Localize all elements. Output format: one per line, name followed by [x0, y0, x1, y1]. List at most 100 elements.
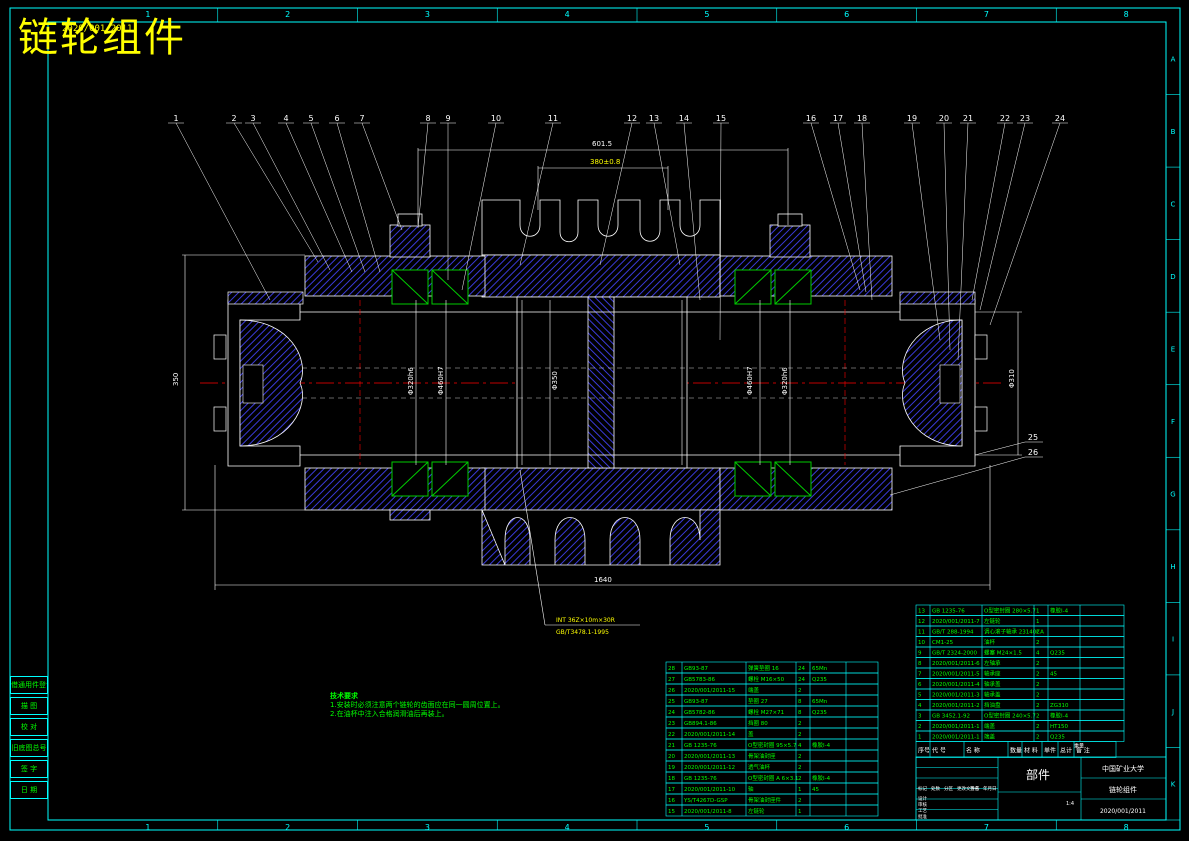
bom-right-cell: 端盖	[984, 733, 996, 741]
bom-right-cell: 橡胶I-4	[1050, 712, 1069, 720]
title-block-row-1: 处数	[931, 785, 940, 792]
bom-right-cell: CM1-25	[932, 640, 954, 646]
bom-right-cell: 1	[918, 735, 922, 741]
grid-col-top-5: 5	[704, 10, 709, 19]
technical-requirements: 技术要求 1.安装时必须注意两个链轮的齿面应在同一圆周位置上。 2.在油杯中注入…	[330, 692, 505, 719]
bom-right-cell: 2020/001/2011-1	[932, 735, 980, 741]
bom-left-cell: 27	[668, 677, 675, 683]
balloon-16: 16	[806, 114, 816, 123]
bom-left-cell: 透气油杯	[748, 763, 771, 771]
title-block-part: 部件	[1026, 767, 1050, 782]
bom-left-cell: 65Mn	[812, 666, 828, 672]
bom-left-cell: 盖	[748, 730, 754, 738]
bom-left-cell: 2	[798, 798, 802, 804]
dim-bearing-right-2: Φ320h6	[781, 367, 789, 395]
bom-right-cell: 轴承盖	[984, 680, 1001, 688]
dim-top-outer: 601.5	[592, 140, 612, 148]
bom-right-cell: 2020/001/2011-7	[932, 619, 980, 625]
bom-left-cell: GB5783-86	[684, 677, 716, 683]
balloon-25: 25	[1028, 433, 1038, 442]
bom-left-cell: 20	[668, 754, 675, 760]
bom-left-cell: 2020/001/2011-8	[684, 809, 732, 815]
grid-col-bottom-7: 7	[984, 823, 989, 832]
grid-col-bottom-5: 5	[704, 823, 709, 832]
dim-height-left: 350	[172, 373, 180, 386]
bom-left-cell: 2020/001/2011-15	[684, 688, 736, 694]
bom-right-cell: 3	[918, 714, 922, 720]
bom-header-6: 总计	[1060, 747, 1072, 755]
bom-right-cell: 10	[918, 640, 925, 646]
bom-right-cell: 2	[1036, 724, 1040, 730]
right-end-cap	[899, 291, 988, 467]
bom-left-cell: GB93-87	[684, 666, 709, 672]
title-block-role-3: 批准	[918, 813, 927, 820]
balloon-7: 7	[359, 114, 364, 123]
bom-right-cell: 端盖	[984, 722, 996, 730]
grid-col-top-8: 8	[1124, 10, 1129, 19]
balloon-5: 5	[308, 114, 313, 123]
grid-col-top-6: 6	[844, 10, 849, 19]
bom-right-cell: 左链轮	[984, 617, 1001, 625]
side-table-cell-4: 签 字	[10, 760, 48, 778]
bom-right-cell: 13	[918, 609, 925, 615]
bom-right-cell: 2	[1036, 640, 1040, 646]
grid-row-J: J	[1171, 708, 1174, 716]
grid-row-D: D	[1170, 273, 1175, 281]
side-table-cell-1: 描 图	[10, 697, 48, 715]
title-block-row-2: 分区	[944, 785, 953, 792]
bom-right-cell: 2020/001/2011-5	[932, 672, 980, 678]
bom-right-cell: 12	[918, 619, 925, 625]
grid-col-top-2: 2	[285, 10, 290, 19]
bom-left-cell: 挡圈 80	[748, 719, 768, 727]
spline-note-2: GB/T3478.1-1995	[556, 629, 609, 636]
bom-right-cell: 2020/001/2011-3	[932, 693, 980, 699]
dim-center: Φ350	[551, 371, 559, 390]
balloon-22: 22	[1000, 114, 1010, 123]
bom-left-cell: 24	[668, 710, 675, 716]
bom-left-cell: 2	[798, 776, 802, 782]
bom-left-cell: 24	[798, 666, 805, 672]
balloon-11: 11	[548, 114, 558, 123]
balloon-20: 20	[939, 114, 949, 123]
bom-left-cell: GB5782-86	[684, 710, 716, 716]
title-block-role-1: 审核	[918, 801, 927, 808]
bom-right-cell: 轴承座	[984, 670, 1001, 678]
bom-header-1: 代 号	[932, 747, 946, 755]
balloon-10: 10	[491, 114, 501, 123]
grid-row-labels: A B C D E F G H I J K	[1170, 55, 1175, 788]
grid-col-bottom-6: 6	[844, 823, 849, 832]
balloon-14: 14	[679, 114, 689, 123]
bom-left-cell: 端盖	[748, 686, 760, 694]
bom-left-cell: YS/T4267D-GSP	[683, 798, 728, 804]
dim-top-inner: 380±0.8	[590, 158, 620, 166]
balloon-15: 15	[716, 114, 726, 123]
bom-right-cell: 2	[1036, 714, 1040, 720]
tech-req-1: 1.安装时必须注意两个链轮的齿面应在同一圆周位置上。	[330, 701, 505, 709]
bom-right-cell: 2020/001/2011-4	[932, 682, 980, 688]
grid-col-bottom-2: 2	[285, 823, 290, 832]
balloon-6: 6	[334, 114, 339, 123]
bom-left-cell: 2	[798, 721, 802, 727]
dim-overall-length: 1640	[594, 576, 612, 584]
lower-sprocket	[481, 467, 721, 566]
title-block-name: 链轮组件	[1109, 785, 1137, 794]
bom-left-cell: GB93-87	[684, 699, 709, 705]
bom-right-cell: 1	[1036, 619, 1040, 625]
tech-req-2: 2.在油杯中注入合格润滑油后再装上。	[330, 710, 449, 718]
side-table-cell-0: 借通用件登记	[10, 676, 48, 694]
bom-right-cell: GB/T 2324-2000	[932, 651, 977, 657]
bom-right-cell: 2020/001/2011-6	[932, 661, 980, 667]
bom-right-cell: 1	[1036, 609, 1040, 615]
title-block-scale: 1:4	[1066, 801, 1074, 807]
drawing-sheet: 12345678 12345678 ABCDEFGHIJK 601.5 380±…	[9, 7, 1181, 832]
bom-left-cell: 8	[798, 710, 802, 716]
bom-right-cell: 11	[918, 630, 925, 636]
bom-left-cell: 45	[812, 787, 819, 793]
bom-left-cell: 2	[798, 765, 802, 771]
bom-right-cell: O型密封圈 280×5.7	[984, 607, 1036, 615]
bom-right-cell: 2	[1036, 661, 1040, 667]
title-block-row-5: 年月日	[983, 785, 997, 792]
bom-right-cell: 4	[1036, 651, 1040, 657]
balloon-23: 23	[1020, 114, 1030, 123]
bom-right-cell: 挡油盘	[984, 701, 1001, 709]
